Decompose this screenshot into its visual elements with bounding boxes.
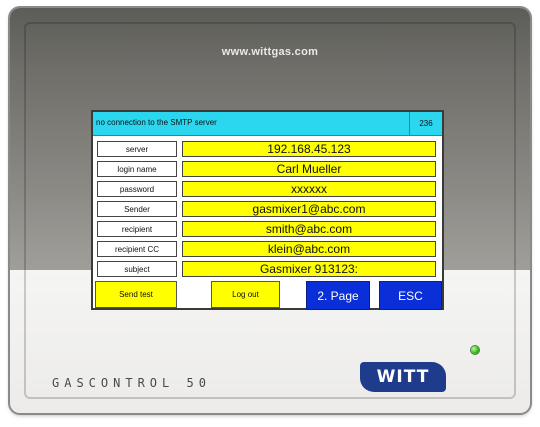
page-2-button[interactable]: 2. Page [306,281,370,310]
field-label-server: server [97,141,177,157]
field-label-password: password [97,181,177,197]
recipient-field[interactable]: smith@abc.com [182,221,436,237]
field-label-recipient-cc: recipient CC [97,241,177,257]
log-out-button[interactable]: Log out [211,281,280,308]
field-label-recipient: recipient [97,221,177,237]
status-message: no connection to the SMTP server [96,118,217,127]
logo-text: WITT [376,367,430,387]
device-url-label: www.wittgas.com [221,46,319,58]
sender-field[interactable]: gasmixer1@abc.com [182,201,436,217]
status-code: 236 [409,112,442,135]
recipient-cc-field[interactable]: klein@abc.com [182,241,436,257]
status-led-icon [471,346,479,354]
field-row-password: password xxxxxx [93,181,442,199]
server-field[interactable]: 192.168.45.123 [182,141,436,157]
field-label-sender: Sender [97,201,177,217]
field-row-login-name: login name Carl Mueller [93,161,442,179]
field-row-sender: Sender gasmixer1@abc.com [93,201,442,219]
field-label-login-name: login name [97,161,177,177]
password-field[interactable]: xxxxxx [182,181,436,197]
esc-button[interactable]: ESC [379,281,442,310]
login-name-field[interactable]: Carl Mueller [182,161,436,177]
device-brand-label: GASCONTROL 50 [52,376,211,390]
status-bar: no connection to the SMTP server 236 [93,112,442,136]
subject-field[interactable]: Gasmixer 913123: [182,261,436,277]
field-row-server: server 192.168.45.123 [93,141,442,159]
field-row-recipient: recipient smith@abc.com [93,221,442,239]
touch-screen: no connection to the SMTP server 236 ser… [91,110,444,310]
field-row-recipient-cc: recipient CC klein@abc.com [93,241,442,259]
field-row-subject: subject Gasmixer 913123: [93,261,442,279]
send-test-button[interactable]: Send test [95,281,177,308]
witt-logo: WITT [360,362,446,392]
field-label-subject: subject [97,261,177,277]
